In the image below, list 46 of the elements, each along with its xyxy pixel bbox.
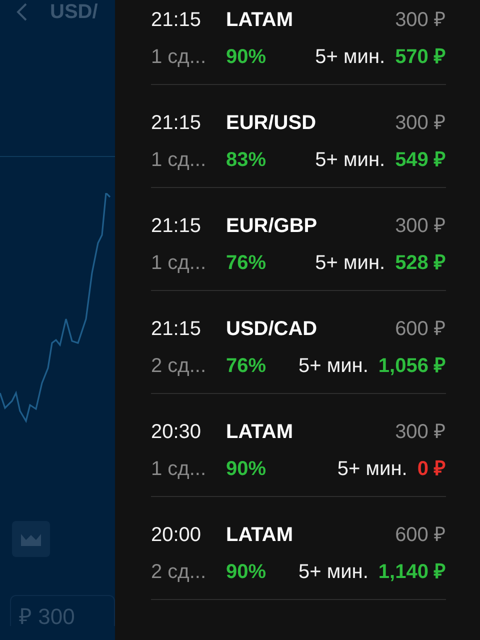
deal-count: 1 сд... (151, 45, 208, 70)
payout-percent: 90% (226, 457, 266, 482)
asset-name: LATAM (226, 8, 294, 33)
payout-percent: 90% (226, 560, 266, 585)
trade-time: 21:15 (151, 111, 202, 136)
payout-amount: 528 ₽ (395, 251, 446, 276)
payout-percent: 76% (226, 354, 266, 379)
payout-amount: 570 ₽ (395, 45, 446, 70)
area-chart-icon (21, 532, 41, 546)
duration: 5+ мин. (337, 457, 408, 482)
duration: 5+ мин. (315, 45, 386, 70)
duration: 5+ мин. (315, 148, 386, 173)
deal-count: 1 сд... (151, 457, 208, 482)
deal-count: 2 сд... (151, 560, 208, 585)
stake-amount: 600 ₽ (395, 523, 446, 548)
pair-title: USD/ (50, 0, 98, 24)
trade-time: 20:30 (151, 420, 202, 445)
trade-time: 21:15 (151, 8, 202, 33)
stake-amount: 300 ₽ (395, 111, 446, 136)
trade-time: 20:00 (151, 523, 202, 548)
duration: 5+ мин. (298, 560, 368, 585)
payout-percent: 83% (226, 148, 266, 173)
payout-amount: 0 ₽ (417, 457, 446, 482)
payout-amount: 1,140 ₽ (378, 560, 446, 585)
stake-amount: 300 ₽ (395, 214, 446, 239)
asset-name: LATAM (226, 420, 294, 445)
back-icon[interactable] (16, 2, 28, 22)
trade-time: 21:15 (151, 214, 202, 239)
payout-percent: 90% (226, 45, 266, 70)
stake-amount: 300 ₽ (395, 420, 446, 445)
duration: 5+ мин. (315, 251, 386, 276)
asset-name: EUR/GBP (226, 214, 318, 239)
trade-time: 21:15 (151, 317, 202, 342)
asset-name: LATAM (226, 523, 294, 548)
payout-percent: 76% (226, 251, 266, 276)
stake-amount: 600 ₽ (395, 317, 446, 342)
duration: 5+ мин. (298, 354, 368, 379)
payout-amount: 549 ₽ (395, 148, 446, 173)
deal-count: 2 сд... (151, 354, 208, 379)
chart-type-button[interactable] (12, 521, 50, 557)
deal-count: 1 сд... (151, 251, 208, 276)
payout-amount: 1,056 ₽ (378, 354, 446, 379)
asset-name: USD/CAD (226, 317, 318, 342)
asset-name: EUR/USD (226, 111, 318, 136)
stake-amount: 300 ₽ (395, 8, 446, 33)
deal-count: 1 сд... (151, 148, 208, 173)
